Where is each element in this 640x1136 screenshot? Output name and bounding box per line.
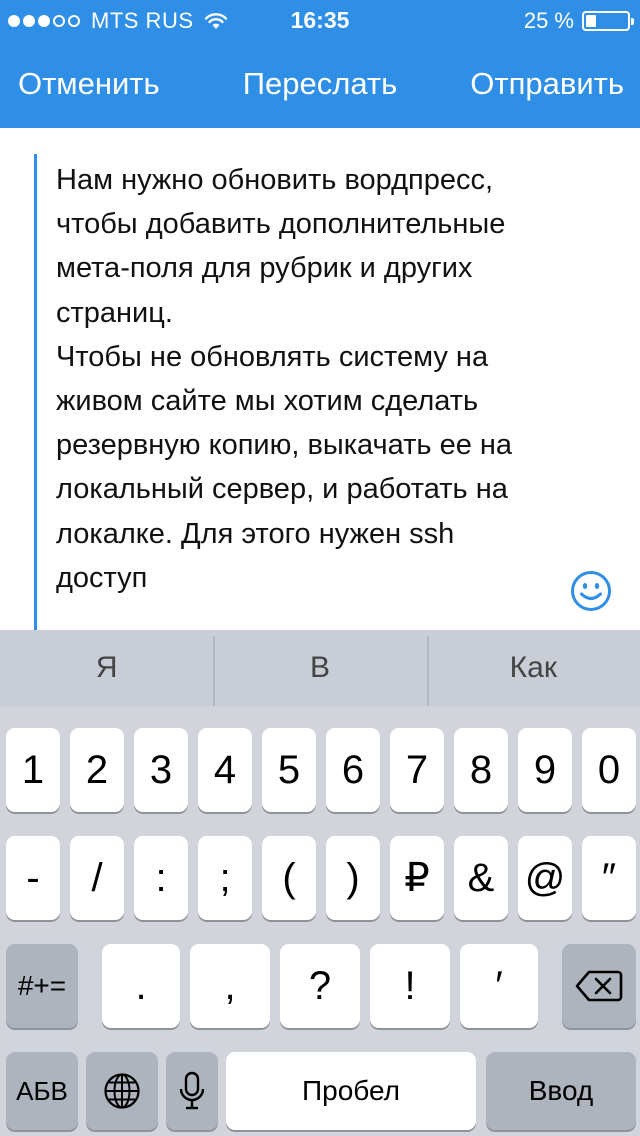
key-8[interactable]: 8 (454, 728, 508, 812)
globe-key[interactable] (86, 1052, 158, 1130)
key-colon[interactable]: : (134, 836, 188, 920)
smiley-icon[interactable] (570, 570, 612, 612)
prediction-1[interactable]: Я (0, 630, 213, 706)
message-text[interactable]: Нам нужно обновить вордпресс, чтобы доба… (56, 158, 616, 600)
key-apostrophe[interactable]: ′ (460, 944, 538, 1028)
key-2[interactable]: 2 (70, 728, 124, 812)
keyboard: 1 2 3 4 5 6 7 8 9 0 - / : ; ( ) ₽ & @ ″ … (0, 706, 640, 1136)
predictive-text-bar: Я В Как (0, 630, 640, 706)
forward-button[interactable]: Переслать (243, 66, 398, 101)
key-ruble[interactable]: ₽ (390, 836, 444, 920)
more-symbols-key[interactable]: #+= (6, 944, 78, 1028)
key-close-paren[interactable]: ) (326, 836, 380, 920)
return-key[interactable]: Ввод (486, 1052, 636, 1130)
dictation-key[interactable] (166, 1052, 218, 1130)
send-button[interactable]: Отправить (470, 66, 624, 102)
header: MTS RUS 16:35 25 % Отменить Переслать От… (0, 0, 640, 128)
key-9[interactable]: 9 (518, 728, 572, 812)
status-bar: MTS RUS 16:35 25 % (0, 0, 640, 40)
space-key[interactable]: Пробел (226, 1052, 476, 1130)
battery-percent: 25 % (523, 8, 574, 33)
prediction-3[interactable]: Как (426, 630, 640, 706)
key-5[interactable]: 5 (262, 728, 316, 812)
key-1[interactable]: 1 (6, 728, 60, 812)
prediction-2[interactable]: В (213, 630, 426, 706)
text-cursor-bar (34, 154, 37, 630)
backspace-icon (575, 970, 623, 1002)
key-comma[interactable]: , (190, 944, 270, 1028)
backspace-key[interactable] (562, 944, 636, 1028)
key-6[interactable]: 6 (326, 728, 380, 812)
key-period[interactable]: . (102, 944, 180, 1028)
key-exclamation[interactable]: ! (370, 944, 450, 1028)
key-question[interactable]: ? (280, 944, 360, 1028)
key-4[interactable]: 4 (198, 728, 252, 812)
key-7[interactable]: 7 (390, 728, 444, 812)
battery-icon (582, 11, 634, 31)
message-compose-area: Нам нужно обновить вордпресс, чтобы доба… (0, 128, 640, 630)
globe-icon (104, 1073, 140, 1109)
key-0[interactable]: 0 (582, 728, 636, 812)
microphone-icon (179, 1071, 205, 1110)
abc-key[interactable]: АБВ (6, 1052, 78, 1130)
key-at[interactable]: @ (518, 836, 572, 920)
navigation-bar: Отменить Переслать Отправить (0, 48, 640, 120)
key-double-quote[interactable]: ″ (582, 836, 636, 920)
key-hyphen[interactable]: - (6, 836, 60, 920)
key-semicolon[interactable]: ; (198, 836, 252, 920)
cancel-button[interactable]: Отменить (18, 66, 160, 102)
key-3[interactable]: 3 (134, 728, 188, 812)
key-ampersand[interactable]: & (454, 836, 508, 920)
key-open-paren[interactable]: ( (262, 836, 316, 920)
key-slash[interactable]: / (70, 836, 124, 920)
